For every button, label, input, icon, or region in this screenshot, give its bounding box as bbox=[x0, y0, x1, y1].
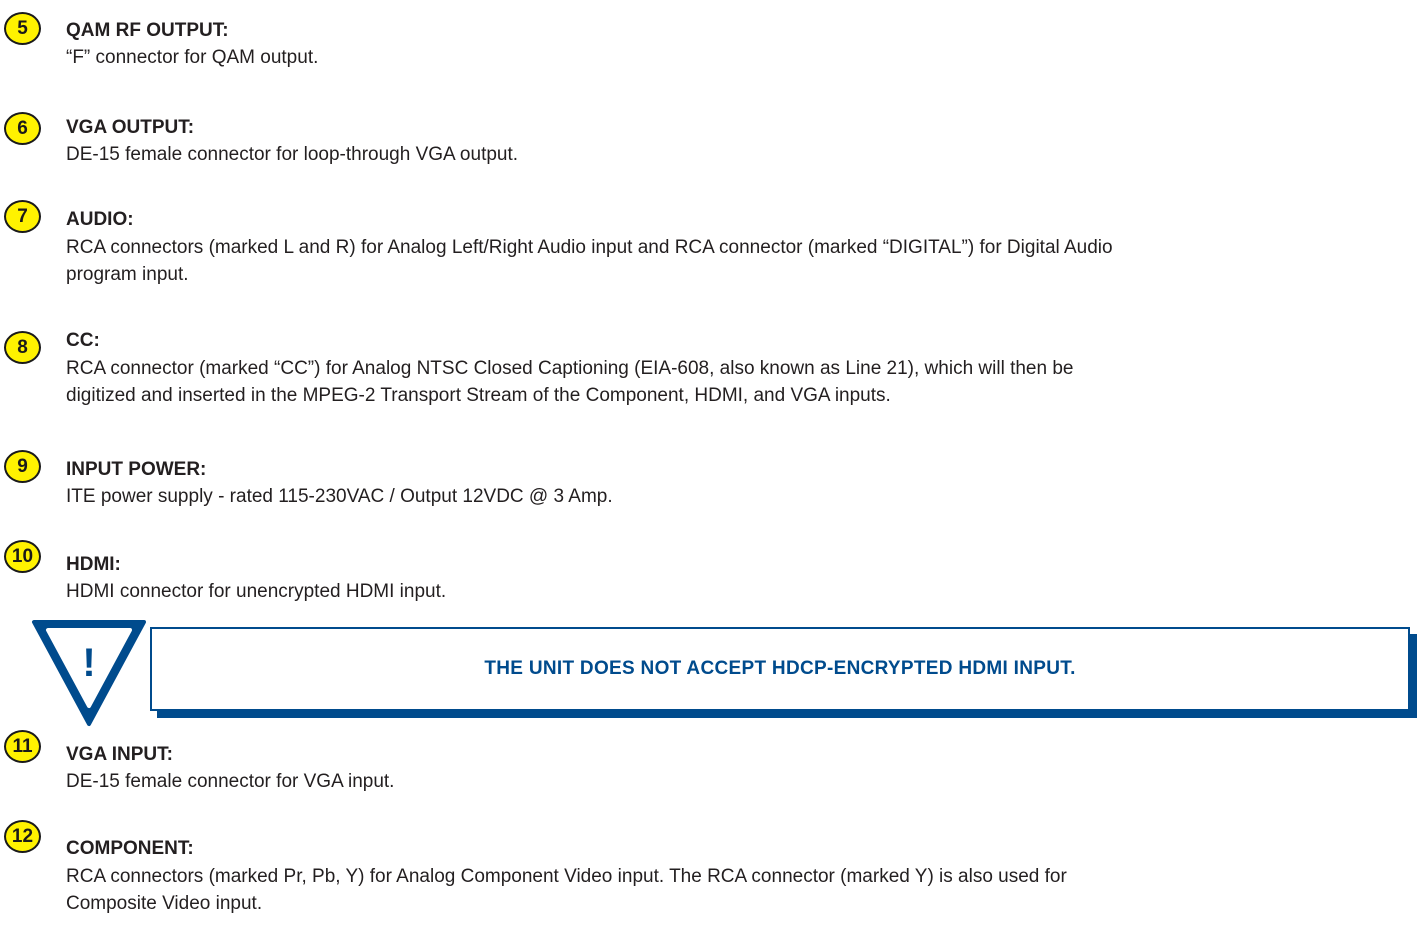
description-line: DE-15 female connector for VGA input. bbox=[66, 771, 395, 792]
item-title: HDMI: bbox=[66, 554, 121, 575]
item-description: RCA connectors (marked L and R) for Anal… bbox=[66, 234, 1411, 288]
item-title: VGA INPUT: bbox=[66, 744, 173, 765]
description-line: program input. bbox=[66, 264, 189, 285]
item-title: CC: bbox=[66, 330, 100, 351]
item-title: AUDIO: bbox=[66, 209, 134, 230]
item-number-badge: 8 bbox=[4, 331, 41, 364]
warning-text: THE UNIT DOES NOT ACCEPT HDCP-ENCRYPTED … bbox=[484, 658, 1076, 679]
warning-glyph: ! bbox=[82, 641, 95, 685]
description-line: RCA connectors (marked L and R) for Anal… bbox=[66, 237, 1113, 258]
description-line: ITE power supply - rated 115-230VAC / Ou… bbox=[66, 486, 613, 507]
item-number-badge: 5 bbox=[4, 12, 41, 45]
warning-callout: THE UNIT DOES NOT ACCEPT HDCP-ENCRYPTED … bbox=[150, 627, 1410, 711]
item-description: ITE power supply - rated 115-230VAC / Ou… bbox=[66, 483, 1411, 510]
item-number-badge: 6 bbox=[4, 112, 41, 145]
item-description: “F” connector for QAM output. bbox=[66, 44, 1411, 71]
item-title: COMPONENT: bbox=[66, 838, 194, 859]
description-line: DE-15 female connector for loop-through … bbox=[66, 144, 519, 165]
item-number-badge: 9 bbox=[4, 450, 41, 483]
description-line: RCA connectors (marked Pr, Pb, Y) for An… bbox=[66, 866, 1067, 887]
item-number-badge: 10 bbox=[4, 540, 41, 573]
item-number-badge: 12 bbox=[4, 820, 41, 853]
item-description: DE-15 female connector for loop-through … bbox=[66, 141, 1411, 168]
description-line: HDMI connector for unencrypted HDMI inpu… bbox=[66, 581, 447, 602]
item-description: RCA connectors (marked Pr, Pb, Y) for An… bbox=[66, 863, 1411, 917]
item-number-badge: 7 bbox=[4, 200, 41, 233]
description-line: “F” connector for QAM output. bbox=[66, 47, 319, 68]
exclamation-warning-icon: ! bbox=[32, 620, 146, 726]
description-line: RCA connector (marked “CC”) for Analog N… bbox=[66, 358, 1074, 379]
item-title: VGA OUTPUT: bbox=[66, 117, 195, 138]
description-line: Composite Video input. bbox=[66, 893, 263, 914]
item-number-badge: 11 bbox=[4, 730, 41, 763]
item-description: HDMI connector for unencrypted HDMI inpu… bbox=[66, 578, 1411, 605]
item-description: RCA connector (marked “CC”) for Analog N… bbox=[66, 355, 1411, 409]
item-title: INPUT POWER: bbox=[66, 459, 207, 480]
item-title: QAM RF OUTPUT: bbox=[66, 20, 229, 41]
item-description: DE-15 female connector for VGA input. bbox=[66, 768, 1411, 795]
description-line: digitized and inserted in the MPEG-2 Tra… bbox=[66, 385, 891, 406]
